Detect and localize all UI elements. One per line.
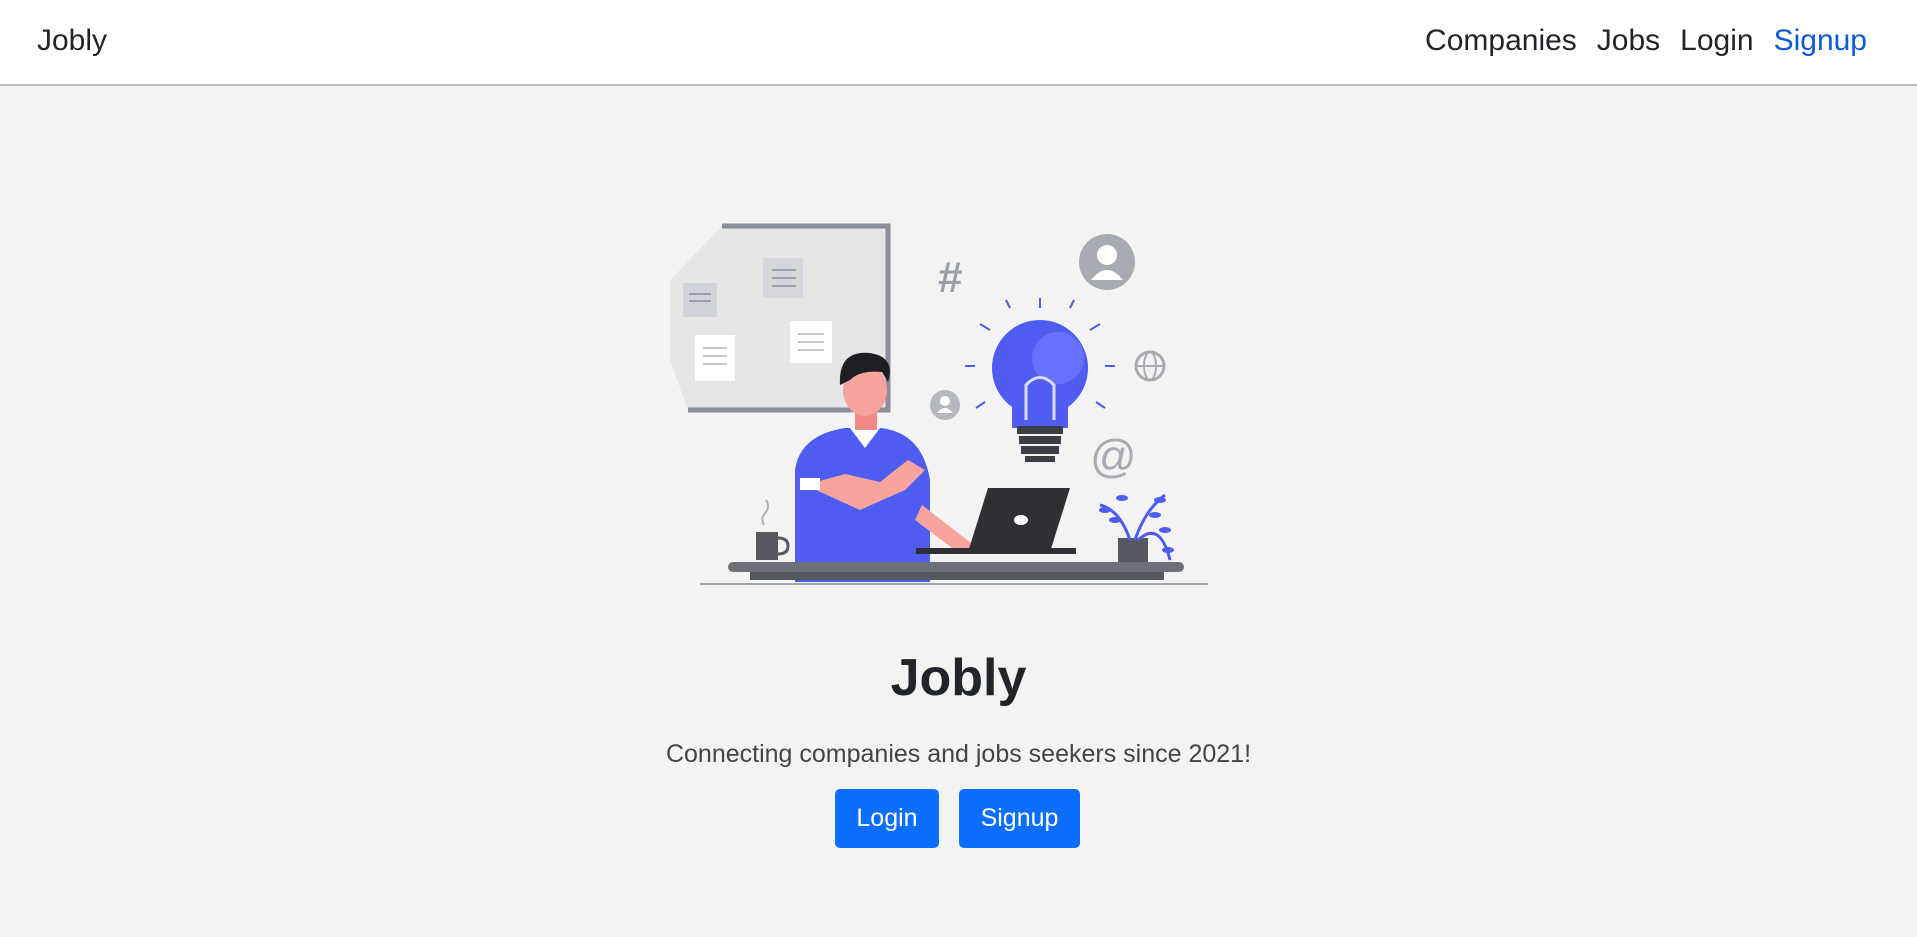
nav-links: Companies Jobs Login Signup <box>1425 24 1867 58</box>
hero-tagline: Connecting companies and jobs seekers si… <box>665 740 1252 768</box>
small-avatar-icon <box>930 390 960 420</box>
plant-icon <box>1099 493 1174 562</box>
brand-link[interactable]: Jobly <box>37 24 107 58</box>
hero-illustration: # @ <box>670 223 1208 585</box>
svg-text:@: @ <box>1090 430 1137 482</box>
nav-companies-link[interactable]: Companies <box>1425 24 1577 58</box>
coffee-mug-icon <box>756 499 790 560</box>
nav-jobs-link[interactable]: Jobs <box>1597 24 1660 58</box>
hashtag-icon: # <box>938 253 962 302</box>
nav-signup-link[interactable]: Signup <box>1774 24 1867 58</box>
nav-login-link[interactable]: Login <box>1680 24 1753 58</box>
at-sign-icon: @ <box>1090 430 1137 482</box>
desk <box>700 562 1208 585</box>
globe-icon <box>1134 350 1166 382</box>
login-button[interactable]: Login <box>835 789 939 848</box>
top-navbar: Jobly Companies Jobs Login Signup <box>0 0 1917 86</box>
hero-title: Jobly <box>890 649 1027 707</box>
signup-button[interactable]: Signup <box>959 789 1080 848</box>
user-avatar-icon <box>1079 234 1135 290</box>
svg-text:#: # <box>938 253 962 302</box>
